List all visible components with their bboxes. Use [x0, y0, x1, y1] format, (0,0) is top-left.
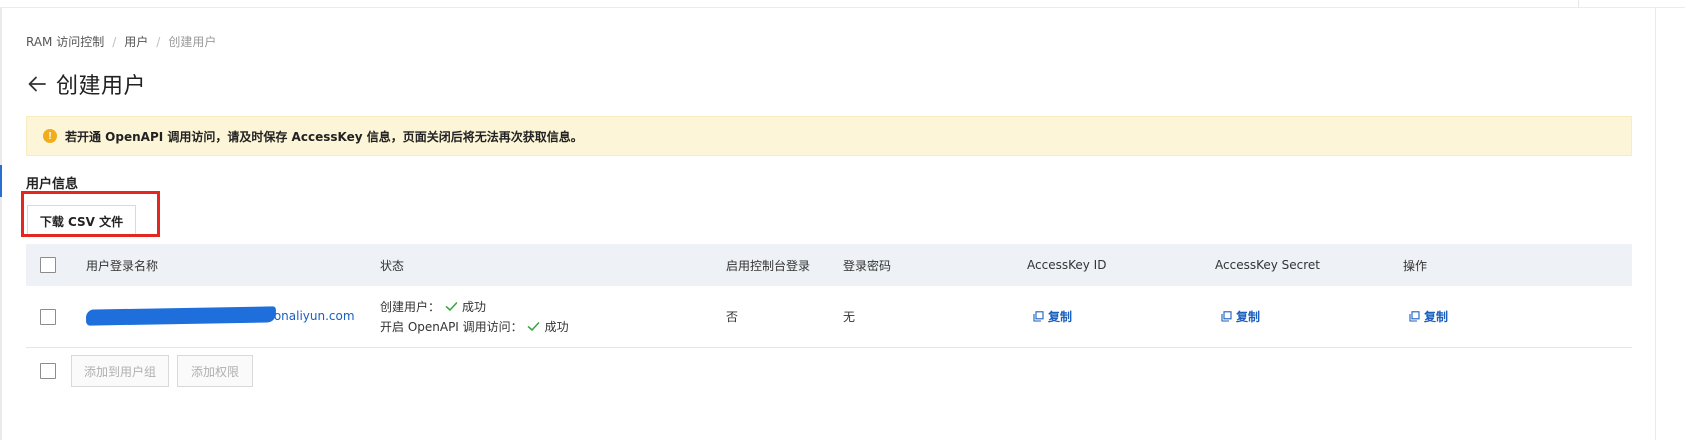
console-login-value: 否 [726, 310, 739, 324]
breadcrumb-item-users[interactable]: 用户 [124, 33, 148, 50]
section-title-user-info: 用户信息 [26, 177, 79, 192]
back-arrow-icon[interactable] [26, 73, 48, 95]
password-value: 无 [843, 310, 856, 324]
check-icon [527, 319, 541, 333]
column-header-accesskey-secret: AccessKey Secret [1215, 258, 1321, 272]
column-header-username: 用户登录名称 [86, 258, 159, 273]
column-header-actions: 操作 [1403, 258, 1428, 273]
status-label: 创建用户： [380, 299, 441, 314]
warning-circle-icon: ! [43, 129, 57, 143]
table-row: .onaliyun.com 创建用户： 成功 开启 OpenAPI 调用访问： … [26, 286, 1632, 348]
status-result: 成功 [462, 299, 487, 314]
warning-banner-text: 若开通 OpenAPI 调用访问，请及时保存 AccessKey 信息，页面关闭… [65, 129, 583, 144]
column-header-status: 状态 [380, 258, 405, 273]
right-frame-edge [1655, 8, 1656, 440]
warning-banner: ! 若开通 OpenAPI 调用访问，请及时保存 AccessKey 信息，页面… [26, 116, 1632, 156]
copy-icon [1408, 311, 1420, 323]
copy-action-label: 复制 [1424, 310, 1449, 324]
copy-action-link[interactable]: 复制 [1408, 308, 1448, 325]
column-header-console-login: 启用控制台登录 [726, 258, 811, 273]
download-csv-button[interactable]: 下载 CSV 文件 [27, 205, 136, 237]
add-to-group-button[interactable]: 添加到用户组 [71, 355, 169, 387]
page-title: 创建用户 [56, 74, 147, 99]
breadcrumb-item-ram[interactable]: RAM 访问控制 [26, 33, 104, 50]
username-link[interactable]: .onaliyun.com [270, 309, 355, 323]
select-all-checkbox[interactable] [40, 257, 56, 273]
status-label: 开启 OpenAPI 调用访问： [380, 319, 523, 334]
left-nav-active-marker [0, 165, 2, 197]
copy-accesskey-secret-link[interactable]: 复制 [1220, 308, 1260, 325]
page: RAM 访问控制 / 用户 / 创建用户 创建用户 ! 若开通 OpenAPI … [0, 0, 1685, 440]
left-frame-edge [0, 8, 2, 440]
check-icon [444, 299, 458, 313]
username-cell: .onaliyun.com [85, 306, 355, 326]
top-bar-divider [1578, 0, 1579, 8]
copy-accesskey-id-link[interactable]: 复制 [1032, 308, 1072, 325]
column-header-password: 登录密码 [843, 258, 892, 273]
redaction-mark [85, 306, 277, 326]
breadcrumb-separator: / [112, 34, 117, 49]
copy-icon [1220, 311, 1232, 323]
row-checkbox[interactable] [40, 309, 56, 325]
copy-accesskey-id-label: 复制 [1048, 310, 1073, 324]
top-bar [0, 0, 1685, 8]
breadcrumb-separator: / [156, 34, 161, 49]
status-line-create-user: 创建用户： 成功 [380, 296, 569, 316]
status-result: 成功 [544, 319, 569, 334]
add-permission-button[interactable]: 添加权限 [177, 355, 253, 387]
title-row: 创建用户 [26, 68, 146, 100]
status-line-openapi: 开启 OpenAPI 调用访问： 成功 [380, 316, 569, 336]
table-footer-actions: 添加到用户组 添加权限 [26, 349, 1632, 393]
footer-select-all-checkbox[interactable] [40, 363, 56, 379]
breadcrumb-current: 创建用户 [168, 35, 217, 49]
table-header: 用户登录名称 状态 启用控制台登录 登录密码 AccessKey ID Acce… [26, 244, 1632, 286]
copy-icon [1032, 311, 1044, 323]
column-header-accesskey-id: AccessKey ID [1027, 258, 1107, 272]
status-cell: 创建用户： 成功 开启 OpenAPI 调用访问： 成功 [380, 296, 569, 336]
copy-accesskey-secret-label: 复制 [1236, 310, 1261, 324]
breadcrumb: RAM 访问控制 / 用户 / 创建用户 [26, 33, 216, 50]
